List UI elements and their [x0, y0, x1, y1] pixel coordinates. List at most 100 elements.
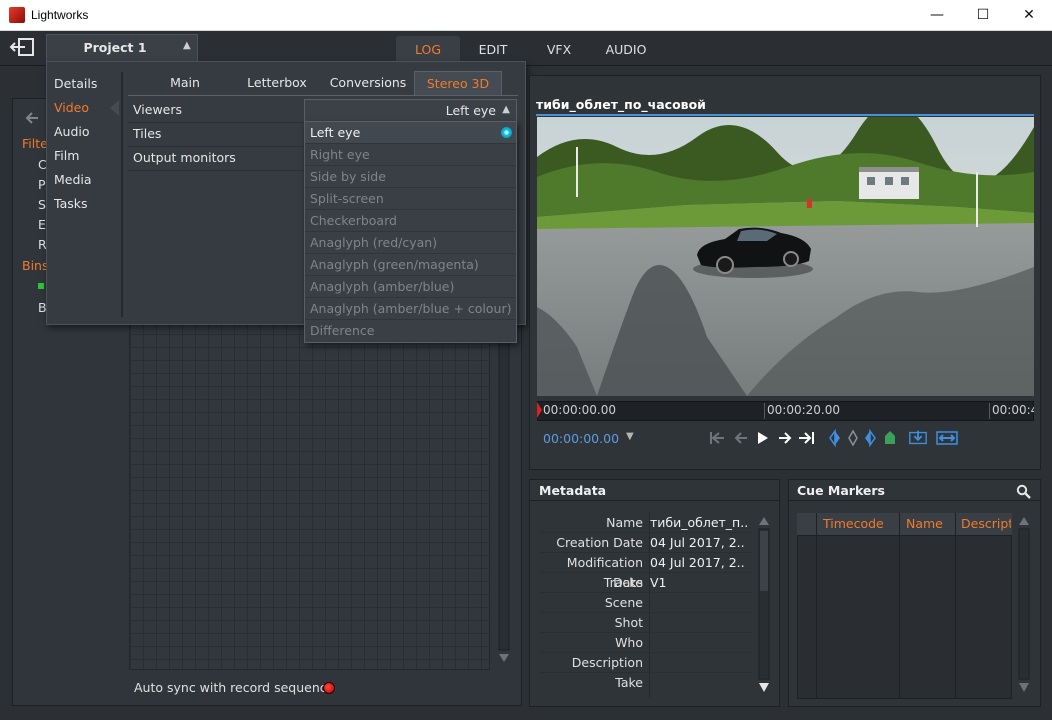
viewers-select[interactable]: Left eye ▲ [304, 99, 517, 122]
metadata-key: Tracks [603, 575, 643, 590]
project-title: Project 1 [83, 40, 147, 55]
selected-dot-icon [501, 127, 512, 138]
viewers-options-list: Left eye Right eye Side by side Split-sc… [304, 121, 517, 343]
cue-column-divider [816, 513, 817, 699]
metadata-row-tracks[interactable]: Tracks V1 [540, 573, 752, 593]
auto-sync-toggle[interactable] [323, 682, 335, 694]
category-tasks[interactable]: Tasks [54, 192, 122, 216]
metadata-row-creation-date[interactable]: Creation Date 04 Jul 2017, 2.. [540, 533, 752, 553]
timecode-tick [989, 403, 990, 419]
option-anaglyph-red-cyan[interactable]: Anaglyph (red/cyan) [305, 232, 516, 254]
metadata-key: Scene [604, 595, 643, 610]
metadata-row-who[interactable]: Who [540, 633, 752, 653]
metadata-row-take[interactable]: Take [540, 673, 752, 693]
tab-log[interactable]: LOG [396, 36, 460, 64]
metadata-key: Who [615, 635, 643, 650]
video-frame[interactable] [537, 117, 1034, 396]
timecode-end: 00:00:4 [992, 403, 1034, 417]
metadata-value: тиби_облет_п.. [650, 515, 749, 530]
mark-out-icon[interactable] [860, 428, 880, 448]
category-details[interactable]: Details [54, 72, 122, 96]
caret-up-icon: ▲ [183, 40, 191, 51]
metadata-key: Take [615, 675, 643, 690]
play-icon[interactable] [753, 428, 773, 448]
project-menu-button[interactable]: Project 1 ▲ [46, 34, 198, 61]
back-arrow-icon[interactable] [24, 111, 40, 125]
subtab-divider [128, 95, 518, 96]
option-side-by-side[interactable]: Side by side [305, 166, 516, 188]
step-back-icon[interactable] [731, 428, 751, 448]
search-icon[interactable] [1016, 484, 1031, 499]
cue-markers-title: Cue Markers [797, 483, 886, 498]
cue-column-description[interactable]: Descripti [961, 516, 1011, 531]
subtab-letterbox[interactable]: Letterbox [236, 71, 318, 95]
metadata-row-modification-date[interactable]: Modification Date 04 Jul 2017, 2.. [540, 553, 752, 590]
chevron-down-icon[interactable]: ▼ [626, 431, 634, 442]
subtab-conversions[interactable]: Conversions [324, 71, 412, 95]
timecode-mid: 00:00:20.00 [767, 403, 840, 417]
timecode-start: 00:00:00.00 [543, 403, 616, 417]
filters-heading: Filte [22, 136, 48, 151]
option-checkerboard[interactable]: Checkerboard [305, 210, 516, 232]
clip-title-underline [536, 114, 1034, 116]
cue-column-name[interactable]: Name [906, 516, 943, 531]
bin-grid-area[interactable] [129, 320, 490, 670]
tab-audio[interactable]: AUDIO [598, 36, 654, 64]
exit-icon[interactable] [8, 36, 38, 58]
go-to-end-icon[interactable] [797, 428, 817, 448]
filter-item[interactable]: S [38, 197, 46, 212]
cue-column-divider [899, 513, 900, 699]
cue-markers-table[interactable] [797, 513, 1012, 699]
auto-sync-label: Auto sync with record sequence [134, 680, 335, 695]
cue-marker-icon[interactable] [880, 428, 900, 448]
timecode-tick [764, 403, 765, 419]
tab-edit[interactable]: EDIT [466, 36, 520, 64]
option-split-screen[interactable]: Split-screen [305, 188, 516, 210]
cue-markers-scrollbar[interactable] [1017, 516, 1031, 696]
metadata-row-name[interactable]: Name тиби_облет_п.. [540, 513, 752, 533]
metadata-value: V1 [650, 575, 667, 590]
filter-item[interactable]: E [38, 217, 46, 232]
caret-up-icon: ▲ [502, 104, 510, 115]
option-right-eye[interactable]: Right eye [305, 144, 516, 166]
metadata-row-shot[interactable]: Shot [540, 613, 752, 633]
bin-scrollbar[interactable] [497, 320, 511, 670]
viewers-label: Viewers [133, 102, 183, 117]
subtab-main[interactable]: Main [140, 71, 230, 95]
option-anaglyph-amber-blue-colour[interactable]: Anaglyph (amber/blue + colour) [305, 298, 516, 320]
option-anaglyph-green-magenta[interactable]: Anaglyph (green/magenta) [305, 254, 516, 276]
option-difference[interactable]: Difference [305, 320, 516, 342]
filter-item[interactable]: P [38, 177, 46, 192]
clip-title: тиби_облет_по_часовой [536, 97, 706, 112]
current-timecode[interactable]: 00:00:00.00 [543, 431, 619, 446]
metadata-row-scene[interactable]: Scene [540, 593, 752, 613]
tab-vfx[interactable]: VFX [532, 36, 586, 64]
panel-header-divider [530, 500, 779, 501]
category-audio[interactable]: Audio [54, 120, 122, 144]
replace-icon[interactable] [935, 428, 959, 448]
close-button[interactable]: ✕ [1006, 0, 1052, 30]
subtab-stereo-3d[interactable]: Stereo 3D [414, 71, 502, 95]
minimize-button[interactable]: — [914, 0, 960, 30]
metadata-key: Shot [614, 615, 643, 630]
cue-column-timecode[interactable]: Timecode [823, 516, 884, 531]
metadata-value: 04 Jul 2017, 2.. [650, 555, 745, 570]
step-forward-icon[interactable] [775, 428, 795, 448]
category-media[interactable]: Media [54, 168, 122, 192]
app-logo-icon [9, 7, 25, 23]
mark-in-icon[interactable] [825, 428, 845, 448]
option-left-eye[interactable]: Left eye [305, 122, 516, 144]
metadata-value: 04 Jul 2017, 2.. [650, 535, 745, 550]
go-to-start-icon[interactable] [707, 428, 727, 448]
output-monitors-label: Output monitors [133, 150, 236, 165]
title-bar: Lightworks — ☐ ✕ [0, 0, 1052, 31]
option-anaglyph-amber-blue[interactable]: Anaglyph (amber/blue) [305, 276, 516, 298]
category-film[interactable]: Film [54, 144, 122, 168]
metadata-scrollbar[interactable] [757, 516, 771, 696]
insert-icon[interactable] [908, 428, 928, 448]
bins-heading: Bins [22, 258, 49, 273]
window-title: Lightworks [31, 8, 89, 22]
maximize-button[interactable]: ☐ [960, 0, 1006, 30]
metadata-row-description[interactable]: Description [540, 653, 752, 673]
playhead-icon[interactable] [537, 402, 542, 418]
